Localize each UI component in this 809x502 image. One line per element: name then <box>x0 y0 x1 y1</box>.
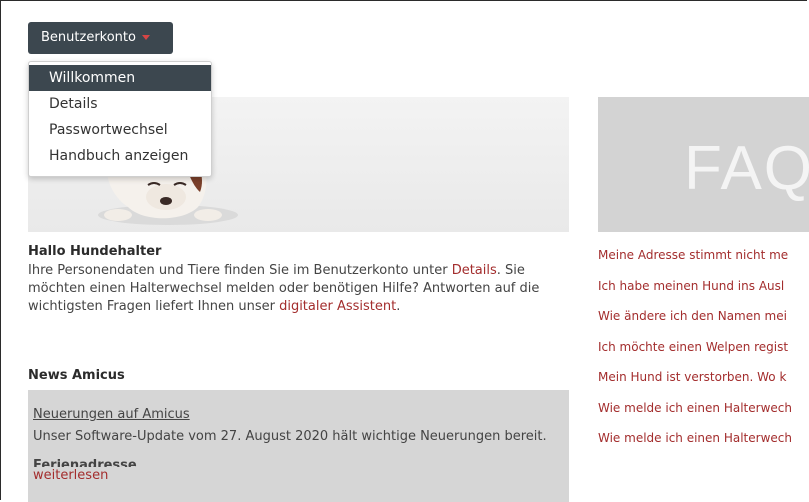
news-second-title: Ferienadresse <box>33 458 137 467</box>
menu-item-details[interactable]: Details <box>29 91 211 117</box>
faq-item[interactable]: Ich möchte einen Welpen regist <box>598 338 809 369</box>
account-menu-label: Benutzerkonto <box>41 30 136 45</box>
menu-item-passwortwechsel[interactable]: Passwortwechsel <box>29 117 211 143</box>
read-more-link[interactable]: weiterlesen <box>33 468 108 483</box>
faq-item[interactable]: Mein Hund ist verstorben. Wo k <box>598 368 809 399</box>
faq-item[interactable]: Meine Adresse stimmt nicht me <box>598 246 809 277</box>
news-box: Neuerungen auf Amicus Unser Software-Upd… <box>28 390 569 502</box>
faq-banner: FAQ <box>598 97 809 232</box>
faq-banner-text: FAQ <box>684 134 809 203</box>
news-title: News Amicus <box>28 368 125 383</box>
menu-item-handbuch[interactable]: Handbuch anzeigen <box>29 143 211 169</box>
faq-item[interactable]: Ich habe meinen Hund ins Ausl <box>598 277 809 308</box>
welcome-text-part3: . <box>396 299 401 314</box>
account-menu-button[interactable]: Benutzerkonto <box>28 22 173 54</box>
faq-item[interactable]: Wie melde ich einen Halterwech <box>598 429 809 460</box>
welcome-text: Ihre Personendaten und Tiere finden Sie … <box>28 262 568 316</box>
details-link[interactable]: Details <box>452 263 497 278</box>
caret-down-icon <box>141 35 150 40</box>
faq-item[interactable]: Wie ändere ich den Namen mei <box>598 307 809 338</box>
welcome-title: Hallo Hundehalter <box>28 244 162 259</box>
welcome-text-part1: Ihre Personendaten und Tiere finden Sie … <box>28 263 452 278</box>
faq-item[interactable]: Wie melde ich einen Halterwech <box>598 399 809 430</box>
menu-item-willkommen[interactable]: Willkommen <box>29 65 211 91</box>
news-item-link[interactable]: Neuerungen auf Amicus <box>33 407 190 422</box>
digital-assistant-link[interactable]: digitaler Assistent <box>279 299 396 314</box>
faq-list: Meine Adresse stimmt nicht me Ich habe m… <box>598 246 809 460</box>
account-dropdown-menu: Willkommen Details Passwortwechsel Handb… <box>28 61 212 177</box>
news-item-text: Unser Software-Update vom 27. August 202… <box>33 429 547 444</box>
